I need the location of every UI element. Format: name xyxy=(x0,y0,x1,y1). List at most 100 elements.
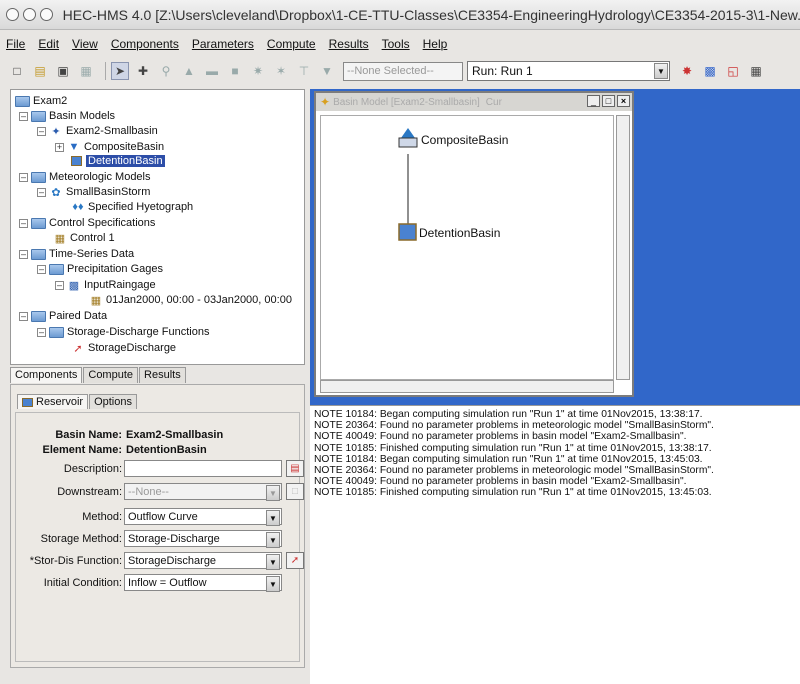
element-name-label: Element Name: xyxy=(42,444,122,456)
chevron-down-icon[interactable]: ▼ xyxy=(654,63,668,79)
chevron-down-icon[interactable]: ▼ xyxy=(266,485,280,501)
storage-method-select[interactable]: Storage-Discharge ▼ xyxy=(124,530,282,548)
menu-tools[interactable]: Tools xyxy=(382,37,410,51)
tree-node-basin-models[interactable]: – Basin Models xyxy=(19,109,115,123)
arrow-tool-icon[interactable]: ➤ xyxy=(111,62,129,80)
window-close-button[interactable] xyxy=(6,8,19,21)
description-input[interactable] xyxy=(124,460,282,477)
summary-table-icon[interactable]: ▩ xyxy=(701,62,719,80)
zoom-tool-icon[interactable]: ⚲ xyxy=(157,62,175,80)
log-line: NOTE 40049: Found no parameter problems … xyxy=(314,431,687,443)
element-select[interactable]: --None Selected-- xyxy=(343,61,463,81)
window-minimize-button[interactable] xyxy=(22,8,36,21)
window-maximize-button[interactable] xyxy=(39,8,53,21)
collapse-toggle[interactable]: – xyxy=(19,311,28,321)
tree-node-sd[interactable]: ➚ StorageDischarge xyxy=(71,341,176,355)
method-select[interactable]: Outflow Curve ▼ xyxy=(124,508,282,526)
time-series-table-icon[interactable]: ▦ xyxy=(747,62,765,80)
basin-canvas[interactable]: CompositeBasin DetentionBasin xyxy=(320,115,614,380)
chevron-down-icon[interactable]: ▼ xyxy=(266,554,280,570)
collapse-toggle[interactable]: – xyxy=(37,264,46,274)
tree-node-control-specs[interactable]: – Control Specifications xyxy=(19,216,155,230)
initial-condition-select[interactable]: Inflow = Outflow ▼ xyxy=(124,574,282,592)
print-icon[interactable]: ▦ xyxy=(77,62,95,80)
basin-window-title-bar[interactable]: ✦ Basin Model [Exam2-Smallbasin] Cur _ □… xyxy=(316,93,632,111)
tab-reservoir[interactable]: Reservoir xyxy=(17,394,89,409)
tree-node-composite[interactable]: + ▼ CompositeBasin xyxy=(55,140,164,154)
reach-tool-icon[interactable]: ▬ xyxy=(203,62,221,80)
tree-node-basin[interactable]: – ✦ Exam2-Smallbasin xyxy=(37,124,158,138)
run-select[interactable]: Run: Run 1 ▼ xyxy=(467,61,670,81)
collapse-toggle[interactable]: – xyxy=(19,111,28,121)
tab-options[interactable]: Options xyxy=(89,394,137,409)
editor-tabs: Reservoir Options xyxy=(17,394,138,409)
subbasin-tool-icon[interactable]: ▲ xyxy=(180,62,198,80)
graph-icon[interactable]: ◱ xyxy=(724,62,742,80)
menu-edit[interactable]: Edit xyxy=(38,37,59,51)
stor-dis-select[interactable]: StorageDischarge ▼ xyxy=(124,552,282,570)
tab-components[interactable]: Components xyxy=(10,367,83,383)
menu-results[interactable]: Results xyxy=(329,37,369,51)
expand-toggle[interactable]: + xyxy=(55,142,64,152)
menu-compute[interactable]: Compute xyxy=(267,37,316,51)
menu-parameters[interactable]: Parameters xyxy=(192,37,254,51)
collapse-toggle[interactable]: – xyxy=(19,172,28,182)
tree-node-detention[interactable]: DetentionBasin xyxy=(69,154,165,168)
tree-node-raingage[interactable]: – ▩ InputRaingage xyxy=(55,278,156,292)
collapse-toggle[interactable]: – xyxy=(37,187,46,197)
chevron-down-icon[interactable]: ▼ xyxy=(266,576,280,592)
collapse-toggle[interactable]: – xyxy=(19,218,28,228)
tree-node-paired[interactable]: – Paired Data xyxy=(19,309,107,323)
tree-node-time-window[interactable]: ▦ 01Jan2000, 00:00 - 03Jan2000, 00:00 xyxy=(89,293,292,307)
menu-file[interactable]: File xyxy=(6,37,25,51)
description-editor-icon[interactable]: ▤ xyxy=(286,460,304,477)
collapse-toggle[interactable]: – xyxy=(55,280,64,290)
pan-tool-icon[interactable]: ✚ xyxy=(134,62,152,80)
folder-icon xyxy=(31,310,46,322)
maximize-icon[interactable]: □ xyxy=(602,95,615,107)
compute-icon[interactable]: ✸ xyxy=(678,62,696,80)
save-icon[interactable]: ▣ xyxy=(54,62,72,80)
close-icon[interactable]: × xyxy=(617,95,630,107)
vertical-scrollbar[interactable] xyxy=(616,115,630,380)
tree-node-ts-data[interactable]: – Time-Series Data xyxy=(19,247,134,261)
run-select-value: Run: Run 1 xyxy=(472,64,533,78)
tree-node-precip-gages[interactable]: – Precipitation Gages xyxy=(37,262,163,276)
folder-icon xyxy=(31,217,46,229)
junction-tool-icon[interactable]: ✷ xyxy=(249,62,267,80)
chevron-down-icon[interactable]: ▼ xyxy=(266,510,280,526)
storm-icon: ✿ xyxy=(51,186,61,199)
sink-tool-icon[interactable]: ▼ xyxy=(318,62,336,80)
minimize-icon[interactable]: _ xyxy=(587,95,600,107)
collapse-toggle[interactable]: – xyxy=(19,249,28,259)
diversion-tool-icon[interactable]: ✶ xyxy=(272,62,290,80)
open-folder-icon[interactable]: ▤ xyxy=(31,62,49,80)
tree-node-met-models[interactable]: – Meteorologic Models xyxy=(19,170,151,184)
tree-label: CompositeBasin xyxy=(84,141,165,153)
horizontal-scrollbar[interactable] xyxy=(320,380,614,393)
chevron-down-icon[interactable]: ▼ xyxy=(266,532,280,548)
calendar-icon: ▦ xyxy=(54,232,66,245)
tree-node-sd-functions[interactable]: – Storage-Discharge Functions xyxy=(37,325,209,339)
composite-basin-icon[interactable] xyxy=(398,128,418,148)
downstream-select[interactable]: --None-- ▼ xyxy=(124,483,282,501)
reservoir-tool-icon[interactable]: ■ xyxy=(226,62,244,80)
menu-help[interactable]: Help xyxy=(423,37,448,51)
menu-components[interactable]: Components xyxy=(111,37,179,51)
folder-icon xyxy=(15,95,30,107)
menu-bar: File Edit View Components Parameters Com… xyxy=(0,34,800,54)
detention-basin-icon[interactable] xyxy=(398,223,417,241)
new-file-icon[interactable]: □ xyxy=(8,62,26,80)
collapse-toggle[interactable]: – xyxy=(37,126,46,136)
collapse-toggle[interactable]: – xyxy=(37,327,46,337)
tab-results[interactable]: Results xyxy=(139,367,186,383)
downstream-locate-icon[interactable]: □ xyxy=(286,483,304,500)
tree-node-met[interactable]: – ✿ SmallBasinStorm xyxy=(37,185,150,199)
tree-node-control[interactable]: ▦ Control 1 xyxy=(53,231,115,245)
source-tool-icon[interactable]: ⊤ xyxy=(295,62,313,80)
tree-node-hyetograph[interactable]: ♦♦ Specified Hyetograph xyxy=(71,200,193,214)
menu-view[interactable]: View xyxy=(72,37,98,51)
tree-node-root[interactable]: Exam2 xyxy=(15,94,67,108)
curve-graph-icon[interactable]: ➚ xyxy=(286,552,304,569)
tab-compute[interactable]: Compute xyxy=(83,367,139,383)
